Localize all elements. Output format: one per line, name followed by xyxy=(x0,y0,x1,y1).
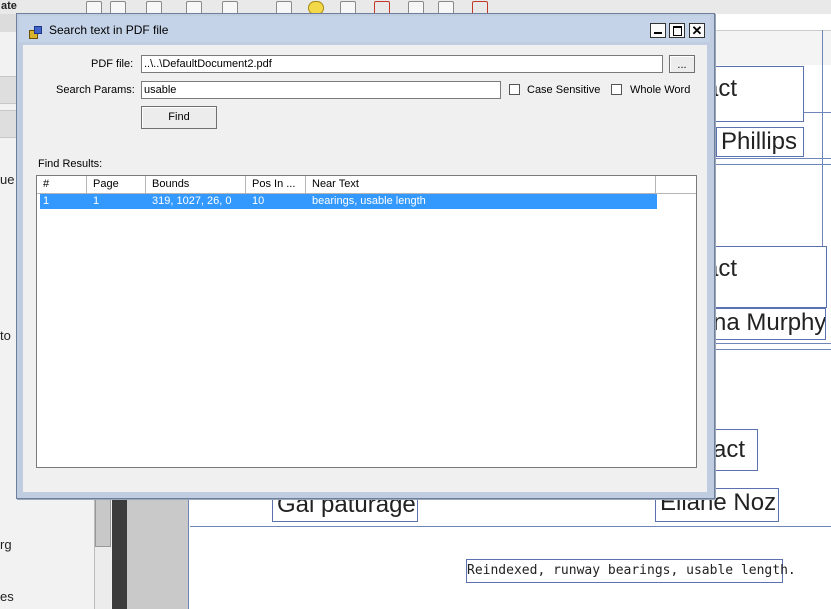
side-text: to xyxy=(0,328,11,343)
column-header-near-text[interactable]: Near Text xyxy=(306,176,656,193)
whole-word-checkbox[interactable] xyxy=(611,84,622,95)
close-button[interactable]: ✕ xyxy=(689,23,705,38)
dialog-titlebar[interactable]: Search text in PDF file ✕ xyxy=(19,16,710,42)
cell-position: 10 xyxy=(252,195,265,207)
document-tab-strip xyxy=(715,30,831,65)
side-text: rg xyxy=(0,537,12,552)
pdf-file-label: PDF file: xyxy=(91,58,134,70)
app-icon xyxy=(29,26,42,39)
cell-number: 1 xyxy=(43,195,50,207)
table-rule xyxy=(822,30,823,260)
side-text: ue xyxy=(0,172,15,187)
pdf-file-input[interactable]: ..\..\DefaultDocument2.pdf xyxy=(141,55,663,73)
close-icon: ✕ xyxy=(691,23,703,38)
column-header-page[interactable]: Page xyxy=(87,176,146,193)
search-params-label: Search Params: xyxy=(56,84,135,96)
doc-cell-name: na Murphy xyxy=(708,308,826,340)
table-rule xyxy=(715,349,831,350)
search-params-input[interactable]: usable xyxy=(141,81,501,99)
find-button[interactable]: Find xyxy=(141,106,217,129)
dialog-title: Search text in PDF file xyxy=(49,23,169,37)
doc-cell-contact: act xyxy=(700,66,804,122)
case-sensitive-checkbox[interactable] xyxy=(509,84,520,95)
background-menu-fragment[interactable]: ate xyxy=(0,0,37,14)
column-header-position[interactable]: Pos In ... xyxy=(246,176,306,193)
table-rule xyxy=(190,526,831,527)
left-panel-band xyxy=(0,76,16,104)
doc-note: Reindexed, runway bearings, usable lengt… xyxy=(466,559,796,583)
doc-cell-contact: act xyxy=(708,429,758,471)
column-header-number[interactable]: # xyxy=(37,176,87,193)
minimize-button[interactable] xyxy=(650,23,666,38)
cell-bounds: 319, 1027, 26, 0 xyxy=(152,195,232,207)
cell-near-text: bearings, usable length xyxy=(312,195,426,207)
dialog-client-area: PDF file: ..\..\DefaultDocument2.pdf ...… xyxy=(23,45,707,492)
browse-button[interactable]: ... xyxy=(669,55,695,73)
results-list[interactable]: # Page Bounds Pos In ... Near Text 1 1 3… xyxy=(36,175,697,468)
find-results-label: Find Results: xyxy=(38,158,103,170)
whole-word-label[interactable]: Whole Word xyxy=(630,84,690,96)
side-text: es xyxy=(0,589,14,604)
table-rule xyxy=(715,158,831,159)
search-dialog: Search text in PDF file ✕ PDF file: ..\.… xyxy=(16,13,715,499)
doc-cell-contact: act xyxy=(700,246,827,308)
table-rule xyxy=(715,164,831,165)
left-panel-band xyxy=(0,110,16,138)
cell-page: 1 xyxy=(93,195,100,207)
column-header-bounds[interactable]: Bounds xyxy=(146,176,246,193)
case-sensitive-label[interactable]: Case Sensitive xyxy=(527,84,600,96)
table-row[interactable]: 1 1 319, 1027, 26, 0 10 bearings, usable… xyxy=(40,194,657,209)
results-header: # Page Bounds Pos In ... Near Text xyxy=(37,176,696,194)
maximize-button[interactable] xyxy=(669,23,685,38)
table-rule xyxy=(715,343,831,344)
doc-cell-name: Phillips xyxy=(716,127,804,157)
